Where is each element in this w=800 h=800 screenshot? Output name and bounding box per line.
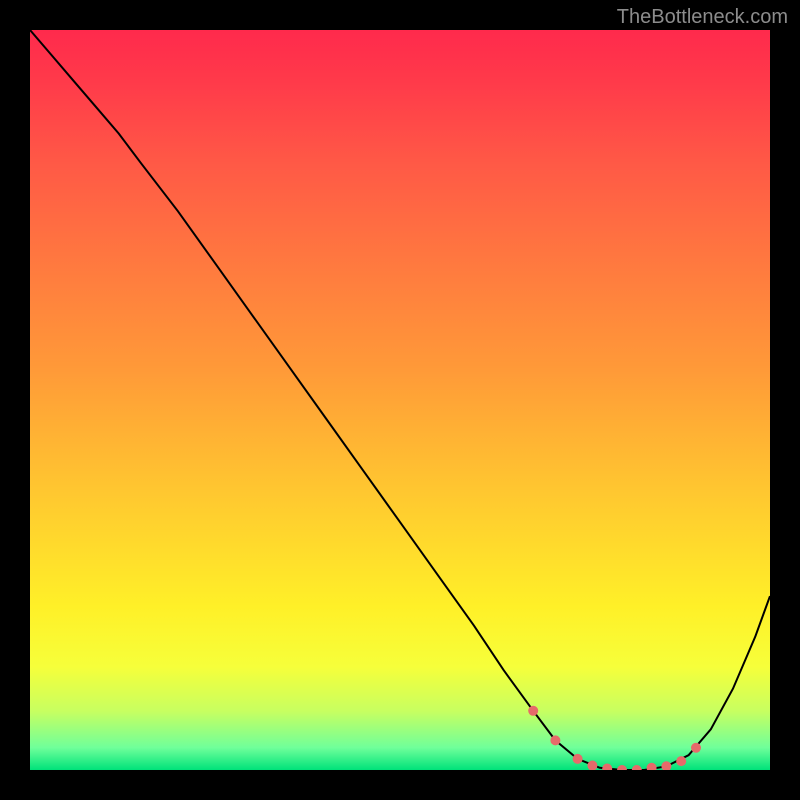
optimal-marker xyxy=(676,756,686,766)
optimal-marker xyxy=(632,765,642,770)
optimal-marker xyxy=(550,735,560,745)
optimal-region-markers xyxy=(528,706,701,770)
optimal-marker xyxy=(617,765,627,770)
bottleneck-chart xyxy=(30,30,770,770)
optimal-marker xyxy=(691,743,701,753)
bottleneck-curve xyxy=(30,30,770,770)
optimal-marker xyxy=(573,754,583,764)
attribution-text: TheBottleneck.com xyxy=(617,6,788,29)
optimal-marker xyxy=(587,761,597,770)
optimal-marker xyxy=(602,764,612,770)
optimal-marker xyxy=(528,706,538,716)
curve-svg xyxy=(30,30,770,770)
optimal-marker xyxy=(647,763,657,770)
optimal-marker xyxy=(661,761,671,770)
